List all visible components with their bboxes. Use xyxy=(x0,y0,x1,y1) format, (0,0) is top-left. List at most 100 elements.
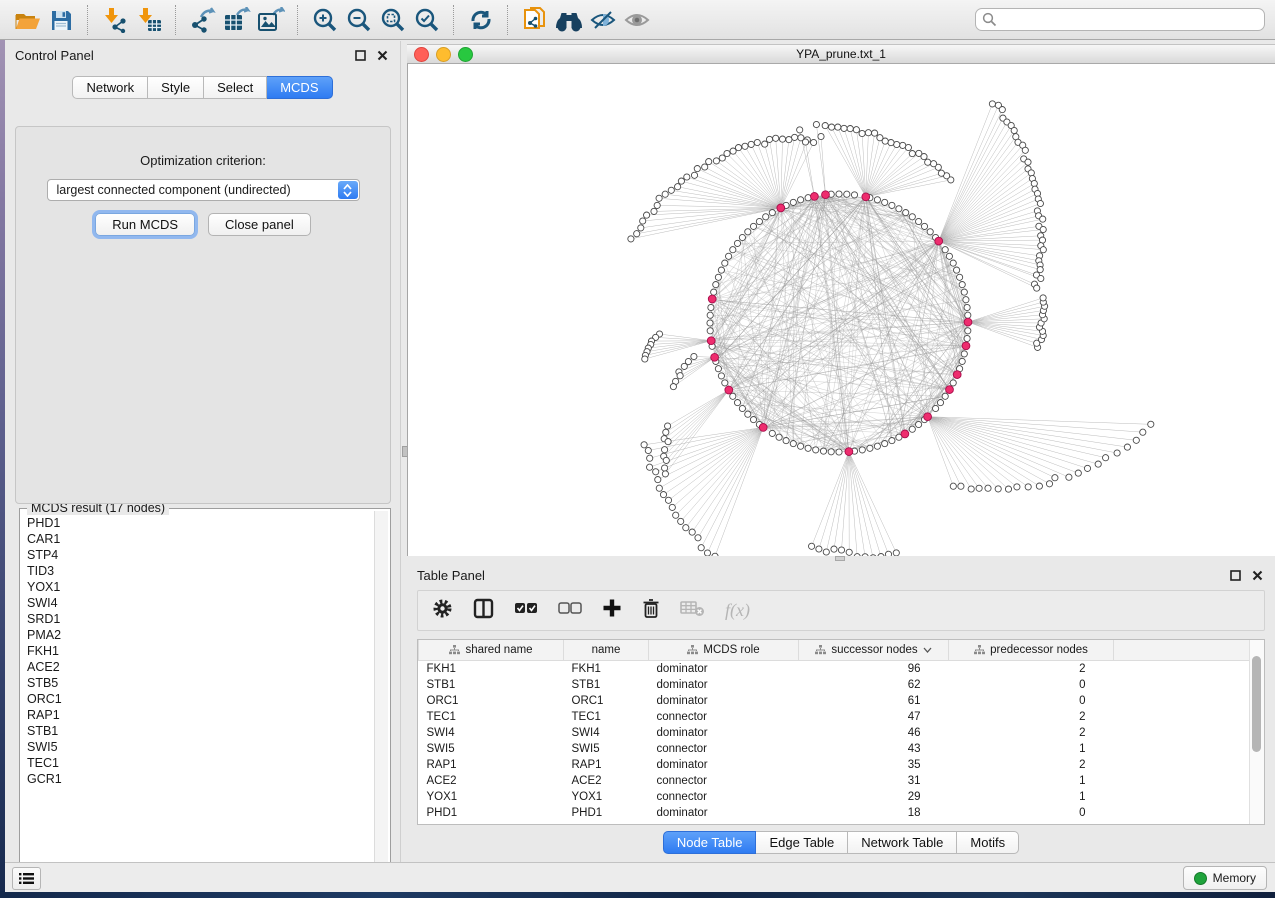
table-row[interactable]: YOX1YOX1connector291 xyxy=(419,789,1250,805)
delete-column-button[interactable] xyxy=(642,598,660,624)
cell-name[interactable]: YOX1 xyxy=(564,789,649,805)
export-image-button[interactable] xyxy=(254,4,288,36)
cell-predecessor-nodes[interactable]: 2 xyxy=(949,661,1114,678)
list-item[interactable]: TEC1 xyxy=(27,755,374,771)
cell-shared-name[interactable]: STB1 xyxy=(419,677,564,693)
delete-table-button[interactable] xyxy=(680,599,705,622)
list-item[interactable]: SRD1 xyxy=(27,611,374,627)
list-item[interactable]: SWI4 xyxy=(27,595,374,611)
tab-style[interactable]: Style xyxy=(148,76,204,99)
cell-shared-name[interactable]: PHD1 xyxy=(419,805,564,821)
cell-predecessor-nodes[interactable]: 2 xyxy=(949,757,1114,773)
search-network-button[interactable] xyxy=(552,4,586,36)
function-builder-button[interactable]: f(x) xyxy=(725,600,750,621)
float-panel-icon[interactable] xyxy=(352,48,368,62)
list-item[interactable]: GCR1 xyxy=(27,771,374,787)
tab-motifs[interactable]: Motifs xyxy=(957,831,1019,854)
cell-MCDS-role[interactable]: dominator xyxy=(649,805,799,821)
cell-name[interactable]: ORC1 xyxy=(564,693,649,709)
cell-name[interactable]: SWI5 xyxy=(564,741,649,757)
cell-shared-name[interactable]: YOX1 xyxy=(419,789,564,805)
cell-successor-nodes[interactable]: 46 xyxy=(799,725,949,741)
column-header-shared-name[interactable]: shared name xyxy=(419,640,564,661)
cell-successor-nodes[interactable]: 43 xyxy=(799,741,949,757)
cell-successor-nodes[interactable]: 61 xyxy=(799,693,949,709)
import-table-button[interactable] xyxy=(132,4,166,36)
cell-MCDS-role[interactable]: dominator xyxy=(649,677,799,693)
cell-name[interactable]: TEC1 xyxy=(564,709,649,725)
show-details-button[interactable] xyxy=(620,4,654,36)
tab-edge-table[interactable]: Edge Table xyxy=(756,831,848,854)
column-header-predecessor-nodes[interactable]: predecessor nodes xyxy=(949,640,1114,661)
save-session-button[interactable] xyxy=(44,4,78,36)
list-item[interactable]: PHD1 xyxy=(27,515,374,531)
hide-details-button[interactable] xyxy=(586,4,620,36)
scrollbar-thumb[interactable] xyxy=(1252,656,1261,752)
cell-predecessor-nodes[interactable]: 0 xyxy=(949,805,1114,821)
tab-network[interactable]: Network xyxy=(72,76,148,99)
table-row[interactable]: STB1STB1dominator620 xyxy=(419,677,1250,693)
table-row[interactable]: ACE2ACE2connector311 xyxy=(419,773,1250,789)
cell-shared-name[interactable]: SWI4 xyxy=(419,725,564,741)
refresh-view-button[interactable] xyxy=(464,4,498,36)
table-row[interactable]: SWI4SWI4dominator462 xyxy=(419,725,1250,741)
cell-shared-name[interactable]: FKH1 xyxy=(419,661,564,678)
cell-MCDS-role[interactable]: dominator xyxy=(649,757,799,773)
column-header-successor-nodes[interactable]: successor nodes xyxy=(799,640,949,661)
cell-shared-name[interactable]: TEC1 xyxy=(419,709,564,725)
table-settings-button[interactable] xyxy=(432,598,453,624)
run-mcds-button[interactable]: Run MCDS xyxy=(95,213,195,236)
close-panel-icon[interactable] xyxy=(1249,568,1265,582)
cell-MCDS-role[interactable]: dominator xyxy=(649,693,799,709)
list-item[interactable]: PMA2 xyxy=(27,627,374,643)
cell-predecessor-nodes[interactable]: 1 xyxy=(949,741,1114,757)
cell-successor-nodes[interactable]: 29 xyxy=(799,789,949,805)
column-header-name[interactable]: name xyxy=(564,640,649,661)
cell-MCDS-role[interactable]: connector xyxy=(649,773,799,789)
cell-predecessor-nodes[interactable]: 1 xyxy=(949,789,1114,805)
list-item[interactable]: TID3 xyxy=(27,563,374,579)
table-row[interactable]: TEC1TEC1connector472 xyxy=(419,709,1250,725)
tab-mcds[interactable]: MCDS xyxy=(267,76,332,99)
select-all-button[interactable] xyxy=(514,601,538,620)
zoom-in-button[interactable] xyxy=(308,4,342,36)
list-item[interactable]: CAR1 xyxy=(27,531,374,547)
list-item[interactable]: ORC1 xyxy=(27,691,374,707)
column-header-MCDS-role[interactable]: MCDS role xyxy=(649,640,799,661)
tab-network-table[interactable]: Network Table xyxy=(848,831,957,854)
mcds-result-list[interactable]: PHD1CAR1STP4TID3YOX1SWI4SRD1PMA2FKH1ACE2… xyxy=(22,511,374,877)
cell-successor-nodes[interactable]: 96 xyxy=(799,661,949,678)
cell-name[interactable]: SWI4 xyxy=(564,725,649,741)
import-network-button[interactable] xyxy=(98,4,132,36)
node-table-grid[interactable]: shared namenameMCDS rolesuccessor nodesp… xyxy=(418,640,1250,821)
cell-name[interactable]: FKH1 xyxy=(564,661,649,678)
table-row[interactable]: FKH1FKH1dominator962 xyxy=(419,661,1250,678)
cell-shared-name[interactable]: ACE2 xyxy=(419,773,564,789)
tab-select[interactable]: Select xyxy=(204,76,267,99)
list-item[interactable]: ACE2 xyxy=(27,659,374,675)
cell-MCDS-role[interactable]: connector xyxy=(649,789,799,805)
table-row[interactable]: RAP1RAP1dominator352 xyxy=(419,757,1250,773)
cell-shared-name[interactable]: ORC1 xyxy=(419,693,564,709)
cell-predecessor-nodes[interactable]: 1 xyxy=(949,773,1114,789)
table-row[interactable]: PHD1PHD1dominator180 xyxy=(419,805,1250,821)
table-scrollbar[interactable] xyxy=(1249,640,1264,824)
zoom-fit-button[interactable] xyxy=(376,4,410,36)
export-network-button[interactable] xyxy=(186,4,220,36)
cell-successor-nodes[interactable]: 47 xyxy=(799,709,949,725)
mcds-list-scrollbar[interactable] xyxy=(374,511,388,877)
cell-MCDS-role[interactable]: dominator xyxy=(649,725,799,741)
list-item[interactable]: YOX1 xyxy=(27,579,374,595)
show-columns-button[interactable] xyxy=(473,598,494,624)
duplicate-network-button[interactable] xyxy=(518,4,552,36)
tab-node-table[interactable]: Node Table xyxy=(663,831,757,854)
cell-successor-nodes[interactable]: 35 xyxy=(799,757,949,773)
export-table-button[interactable] xyxy=(220,4,254,36)
network-canvas[interactable] xyxy=(407,64,1275,558)
float-panel-icon[interactable] xyxy=(1227,568,1243,582)
zoom-out-button[interactable] xyxy=(342,4,376,36)
cell-predecessor-nodes[interactable]: 0 xyxy=(949,677,1114,693)
table-row[interactable]: SWI5SWI5connector431 xyxy=(419,741,1250,757)
table-row[interactable]: ORC1ORC1dominator610 xyxy=(419,693,1250,709)
list-item[interactable]: SWI5 xyxy=(27,739,374,755)
